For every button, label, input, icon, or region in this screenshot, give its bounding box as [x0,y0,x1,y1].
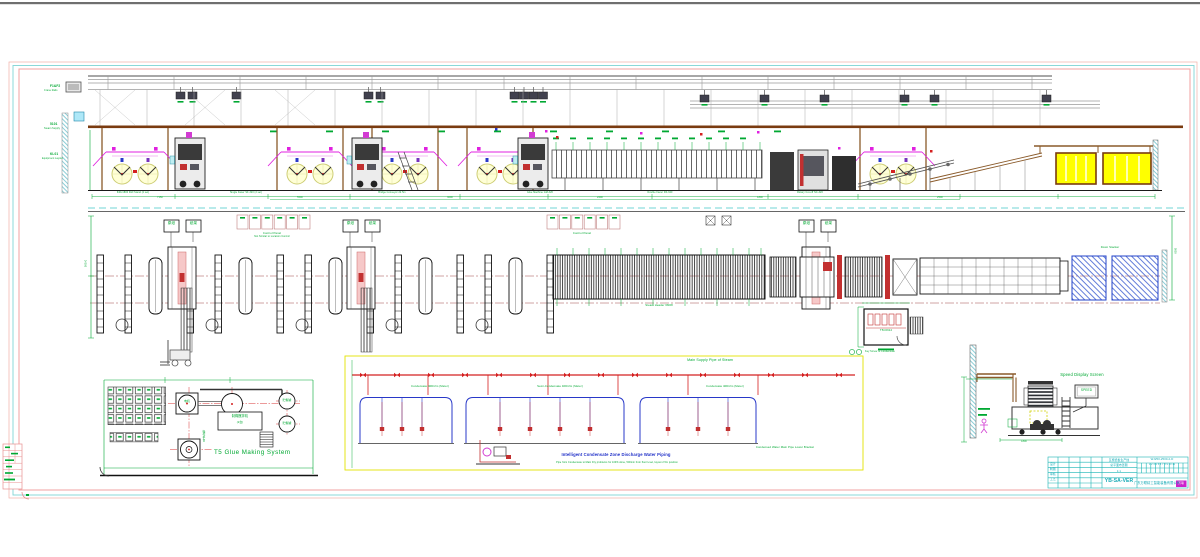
glue-making-detail [100,377,318,476]
plan-view [88,208,1185,366]
mill-roll-stands [97,255,554,333]
stand-tag: 原纸 [347,222,354,226]
elevation-detail-specks [495,128,933,153]
stacker-bays [1034,140,1158,190]
dryer-plan [553,248,765,306]
stacker-side-view [961,345,1100,442]
overhead-beam [88,90,1183,133]
titleblock-model: WJ250-2500-2-D [1151,458,1174,461]
control-panel-label-2: Control Panel [573,232,591,235]
elevation-left-label-1-code: F1&F2 [50,85,60,88]
steam-note-green: Pipe from Condensate to Main Dry problem… [556,462,678,465]
titleblock-logo: 万联 [1178,482,1184,485]
titleblock-row-3: 审核 [1050,473,1056,476]
plan-dim-left: 24000 [83,260,86,267]
machine-label-6: Rotary Cut-off NC-320 [797,192,823,195]
stand-tag: 纸架 [369,222,376,226]
elevation-left-label-2-name: Steam Supply [44,128,60,131]
machine-label-3: Bridge Conveyor 22.5m [378,192,405,195]
knife-section-plan [770,255,917,299]
titleblock-row-1: 设计 [1050,463,1056,466]
revision-table [3,444,29,499]
dim-label-3: 3000 [447,197,453,200]
cad-drawing-sheet: F1&F2 Crane Rails 5101 Steam Supply KL01… [0,0,1200,557]
left-wall-and-monitor [62,82,90,193]
titleblock-row-4: 工艺 [1050,478,1056,481]
elevation-left-label-1-name: Crane Rails [44,90,58,93]
down-stacker-label: Down Stacker [1101,246,1120,249]
dim-label-5: 1800 [757,197,763,200]
glue-platform-label: 操作平台 [202,430,205,442]
steam-note-blue: Intelligent Condensate Zone Discharge Wa… [561,453,670,457]
steam-title: Main Supply Pipe of Steam [687,359,733,363]
drawing-canvas [0,0,1200,557]
machine-label-1: 640x1800 Roll Stand (2 set) [117,192,149,195]
elevation-left-label-3-name: Equipment Layout [42,158,63,161]
crane-rails [88,76,1100,125]
glue-motor-label: 电机 [184,400,190,403]
dryer-plan-label: Steam Header 6M08 [645,304,673,307]
glue-system-title: T5 Glue Making System [214,450,291,457]
dryer-section [552,138,762,191]
steam-label-right: Condensed Water Main Pipe Lower Bracket [756,446,814,449]
titleblock-scale: 1:1 [1117,470,1121,473]
titleblock-company: 广东万联精工智能装备有限公司 [1134,482,1180,485]
outfeed-conveyor-plan [920,258,1068,294]
machine-label-5: Double Facer DF-320 [648,192,673,195]
dim-label-2: 5500 [297,197,303,200]
speed-display-screen-text: SPEED [1081,389,1092,392]
elevation-view [62,76,1183,200]
glue-mixer-label: 制糊搅拌机 [232,415,248,418]
control-panel-clusters [237,215,731,229]
steam-corner-note: Key Screw to Condensate [865,351,895,354]
elevation-left-label-2-code: 5101 [50,123,58,126]
top-gray-bar [0,2,1200,4]
stand-tag: 纸架 [190,222,197,226]
cutoff-section [770,150,856,190]
plan-dim-right: 9000 [1173,248,1176,254]
stacker-dim: 1800 [1021,441,1027,444]
stand-tag: 原纸 [803,222,810,226]
down-stacker-plan [1072,250,1167,302]
steam-label-left: Condensate 40D/2m (Meter) [411,385,449,388]
dim-label-6: 2500 [937,197,943,200]
titleblock-row-2: 制图 [1050,468,1056,471]
operator-figure [980,419,988,433]
stand-tag: 纸架 [825,222,832,226]
glue-tank-1-label: 贮糊罐 [283,399,292,402]
titleblock-line2: 总平面布置图 [1110,464,1127,467]
detail-box-label: T5C0912 [880,329,892,332]
elevation-left-label-3-code: KL01 [50,153,58,156]
machine-label-2: Single Facer SF-320 (2 set) [230,192,262,195]
glue-tank-2-label: 贮糊罐 [283,422,292,425]
titleblock-line1: 瓦楞纸板生产线 [1109,459,1129,462]
dim-label-4: 2200 [597,197,603,200]
machine-label-4: Glue Machine GM-320 [527,192,553,195]
speed-display-label: Speed Display Screen [1060,373,1103,377]
steam-label-left-2: Condensate 40D/2m (Meter) [706,385,744,388]
titleblock-digits: 1 2 3 4 5 6 7 8 9 10 11 [1149,464,1175,467]
glue-mixer-sublabel: (2台) [237,421,244,424]
steam-label-mid: Semi-Condensate 40D/2m (Meter) [537,385,583,388]
titleblock-code: YB-SA-VER [1105,479,1133,484]
dim-label-1: 7150 [157,197,163,200]
control-panel-sublabel: Not Similar to Location Control [254,236,290,239]
stand-tag: 原纸 [168,222,175,226]
